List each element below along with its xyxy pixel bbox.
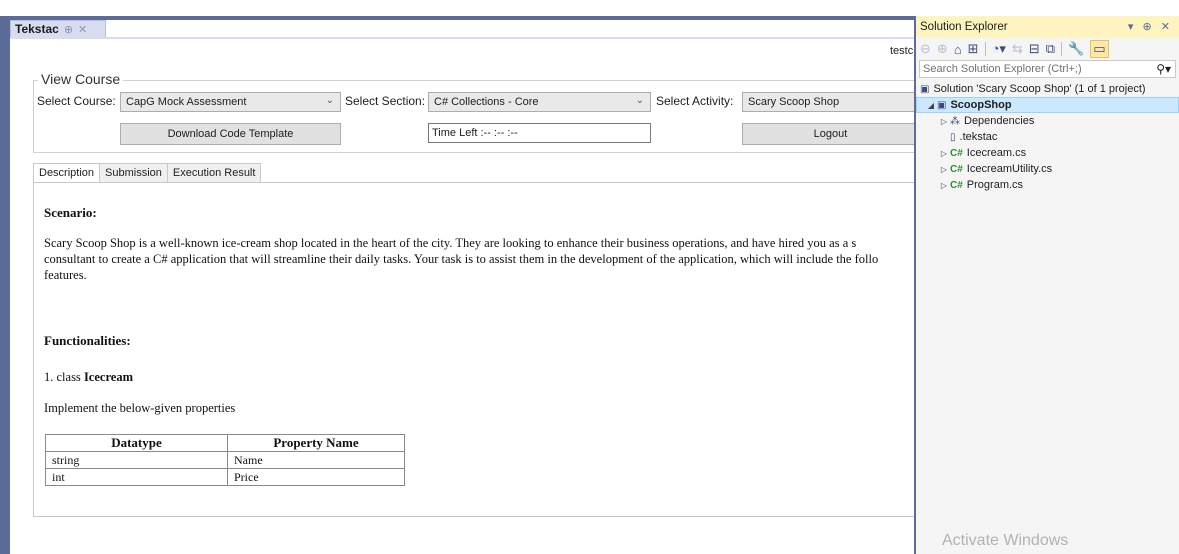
collapse-all-icon[interactable]: ⊟: [1029, 41, 1040, 57]
section-dropdown[interactable]: C# Collections - Core ⌄: [428, 92, 651, 112]
table-cell: string: [45, 451, 228, 469]
table-cell: int: [45, 468, 228, 486]
description-panel: Scenario: Scary Scoop Shop is a well-kno…: [33, 182, 918, 517]
scenario-line: consultant to create a C# application th…: [44, 252, 879, 266]
home-icon[interactable]: ⌂: [954, 42, 962, 57]
solution-tree: ▣ Solution 'Scary Scoop Shop' (1 of 1 pr…: [916, 81, 1179, 193]
window-left-border: [0, 16, 10, 554]
switch-views-icon[interactable]: ⊞: [968, 41, 979, 57]
scenario-paragraph: Scary Scoop Shop is a well-known ice-cre…: [44, 235, 918, 283]
solution-search-input[interactable]: Search Solution Explorer (Ctrl+;) ⚲▾: [919, 60, 1176, 78]
collapsed-arrow-icon[interactable]: ▷: [938, 165, 950, 174]
document-tab-tekstac[interactable]: Tekstac ⊕ ✕: [10, 20, 106, 38]
properties-table: Datatype Property Name string Name int P…: [45, 434, 405, 486]
chevron-down-icon: ⌄: [325, 95, 334, 106]
scenario-line: Scary Scoop Shop is a well-known ice-cre…: [44, 236, 857, 250]
toolbar-separator: [1061, 42, 1063, 56]
show-all-files-icon[interactable]: ⧉: [1046, 41, 1055, 57]
tab-description[interactable]: Description: [33, 163, 101, 183]
forward-icon[interactable]: ⊕: [937, 41, 948, 57]
tree-item-label: Icecream.cs: [966, 147, 1027, 159]
select-course-label: Select Course:: [37, 94, 116, 108]
activate-windows-watermark: Activate Windows: [942, 532, 1069, 549]
tree-node-dependencies[interactable]: ▷ ⁂ Dependencies: [916, 113, 1179, 129]
project-label: ScoopShop: [950, 99, 1012, 111]
table-header-property-name: Property Name: [227, 434, 405, 452]
collapsed-arrow-icon[interactable]: ▷: [938, 181, 950, 190]
tree-node-solution[interactable]: ▣ Solution 'Scary Scoop Shop' (1 of 1 pr…: [916, 81, 1179, 97]
properties-wrench-icon[interactable]: 🔧: [1068, 41, 1084, 57]
functionalities-heading: Functionalities:: [44, 333, 131, 348]
tree-node-project[interactable]: ◢ ▣ ScoopShop: [916, 97, 1179, 113]
tab-execution-result[interactable]: Execution Result: [166, 163, 262, 183]
tab-submission[interactable]: Submission: [99, 163, 168, 183]
tree-item-label: Program.cs: [966, 179, 1024, 191]
tree-item-label: .tekstac: [959, 131, 998, 143]
panel-window-controls[interactable]: ▾ ⊕ ✕: [1128, 20, 1173, 33]
csharp-project-icon: ▣: [937, 99, 947, 111]
activity-dropdown-value: Scary Scoop Shop: [748, 96, 840, 108]
time-left-field: Time Left :-- :-- :--: [428, 123, 651, 143]
expanded-arrow-icon[interactable]: ◢: [925, 101, 937, 110]
tree-node-icecreamutility-cs[interactable]: ▷ C# IcecreamUtility.cs: [916, 161, 1179, 177]
csharp-file-icon: C#: [950, 147, 963, 159]
scenario-heading: Scenario:: [44, 205, 97, 220]
search-icon[interactable]: ⚲▾: [1156, 62, 1171, 76]
collapsed-arrow-icon[interactable]: ▷: [938, 117, 950, 126]
table-cell: Price: [227, 468, 405, 486]
solution-search-placeholder: Search Solution Explorer (Ctrl+;): [923, 63, 1082, 75]
csharp-file-icon: C#: [950, 163, 963, 175]
solution-explorer-title: Solution Explorer: [920, 21, 1008, 33]
activity-dropdown[interactable]: Scary Scoop Shop: [742, 92, 918, 112]
window-top-strip: [0, 0, 1179, 16]
back-icon[interactable]: ⊖: [920, 41, 931, 57]
toolbar-separator: [984, 42, 986, 56]
tree-item-label: Dependencies: [964, 115, 1035, 127]
implement-text: Implement the below-given properties: [44, 401, 236, 415]
sync-icon[interactable]: ⇆: [1012, 41, 1023, 57]
section-dropdown-value: C# Collections - Core: [434, 96, 539, 108]
class-line: 1. class Icecream: [44, 370, 133, 385]
table-cell: Name: [227, 451, 405, 469]
solution-label: Solution 'Scary Scoop Shop' (1 of 1 proj…: [933, 83, 1146, 95]
course-dropdown[interactable]: CapG Mock Assessment ⌄: [120, 92, 341, 112]
view-course-title: View Course: [38, 71, 124, 87]
table-row: string Name: [45, 451, 405, 469]
class-prefix: 1. class: [44, 370, 84, 384]
collapsed-arrow-icon[interactable]: ▷: [938, 149, 950, 158]
dependencies-icon: ⁂: [950, 115, 960, 127]
file-icon: ▯: [950, 131, 956, 143]
tree-node-program-cs[interactable]: ▷ C# Program.cs: [916, 177, 1179, 193]
download-code-template-button[interactable]: Download Code Template: [120, 123, 341, 145]
scenario-line: features.: [44, 268, 87, 282]
course-dropdown-value: CapG Mock Assessment: [126, 96, 247, 108]
close-icon[interactable]: ✕: [78, 23, 87, 36]
tree-node-tekstac[interactable]: ▯ .tekstac: [916, 129, 1179, 145]
solution-explorer-panel: Solution Explorer ▾ ⊕ ✕ ⊖ ⊕ ⌂ ⊞ ◔▾ ⇆ ⊟ ⧉…: [914, 16, 1179, 554]
tree-item-label: IcecreamUtility.cs: [966, 163, 1053, 175]
logout-button[interactable]: Logout: [742, 123, 918, 145]
table-row: int Price: [45, 468, 405, 486]
solution-explorer-titlebar: Solution Explorer ▾ ⊕ ✕: [916, 16, 1179, 38]
chevron-down-icon: ⌄: [635, 95, 644, 106]
window-top-band: [10, 16, 915, 20]
class-name: Icecream: [83, 370, 133, 384]
user-label: testc: [890, 45, 914, 57]
table-header-row: Datatype Property Name: [45, 434, 405, 452]
solution-icon: ▣: [920, 83, 930, 95]
select-activity-label: Select Activity:: [656, 94, 734, 108]
tree-node-icecream-cs[interactable]: ▷ C# Icecream.cs: [916, 145, 1179, 161]
document-tab-title: Tekstac: [15, 22, 59, 36]
select-section-label: Select Section:: [345, 94, 426, 108]
table-header-datatype: Datatype: [45, 434, 228, 452]
pin-icon[interactable]: ⊕: [64, 23, 73, 36]
content-tabs: Description Submission Execution Result: [33, 163, 262, 183]
pending-changes-filter-icon[interactable]: ◔▾: [992, 41, 1006, 57]
preview-selected-items-icon[interactable]: ▭: [1090, 40, 1109, 58]
solution-explorer-toolbar: ⊖ ⊕ ⌂ ⊞ ◔▾ ⇆ ⊟ ⧉ 🔧 ▭: [916, 38, 1179, 60]
csharp-file-icon: C#: [950, 179, 963, 191]
